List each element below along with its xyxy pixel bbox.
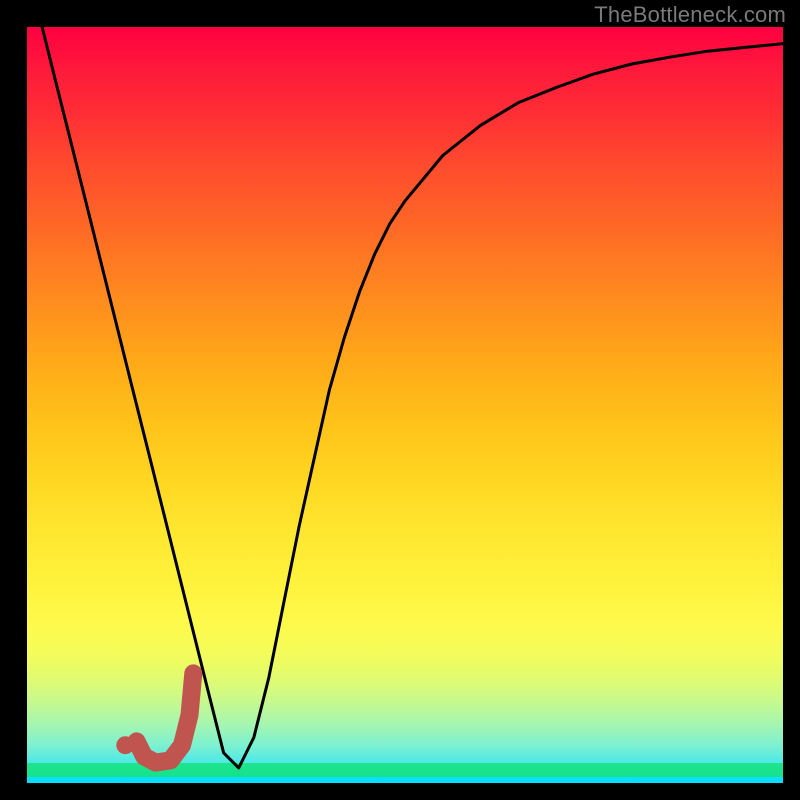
plot-area	[27, 27, 783, 783]
bottleneck-curve	[27, 27, 783, 783]
chart-stage: TheBottleneck.com	[0, 0, 800, 800]
watermark-text: TheBottleneck.com	[594, 2, 786, 28]
